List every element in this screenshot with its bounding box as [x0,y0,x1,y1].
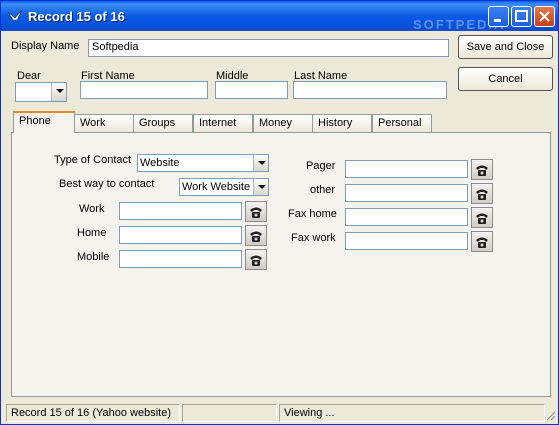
chevron-down-icon[interactable] [253,155,268,171]
mobile-phone-label: Mobile [77,251,110,263]
best-way-value: Work Website [182,181,251,193]
type-of-contact-label: Type of Contact [54,154,132,166]
telephone-icon [250,207,262,218]
home-phone-input[interactable] [119,226,242,244]
tab-work[interactable]: Work [74,114,134,132]
work-phone-label: Work [79,203,105,215]
best-way-label: Best way to contact [59,178,155,190]
minimize-icon [494,19,501,22]
telephone-icon [250,231,262,242]
close-icon [539,11,550,22]
close-button[interactable] [534,6,555,27]
middle-name-input[interactable] [215,81,288,99]
fax-home-label: Fax home [288,208,337,220]
telephone-icon [476,213,488,224]
fax-work-input[interactable] [345,232,468,250]
phone-tab-panel: Type of Contact Website Best way to cont… [11,132,551,397]
pager-input[interactable] [345,160,468,178]
title-bar[interactable]: Record 15 of 16 SOFTPEDIA [1,1,558,32]
chevron-down-icon[interactable] [51,83,66,101]
pager-label: Pager [306,160,336,172]
save-and-close-button[interactable]: Save and Close [458,35,553,59]
status-mode: Viewing ... [279,404,545,422]
last-name-input[interactable] [293,81,447,99]
dial-mobile-button[interactable] [245,249,267,270]
window-title: Record 15 of 16 [28,9,125,24]
maximize-button[interactable] [511,6,532,27]
tab-personal[interactable]: Personal [372,114,432,132]
other-phone-label: other [310,184,336,196]
chevron-down-icon[interactable] [253,179,268,195]
best-way-select[interactable]: Work Website [179,178,269,196]
telephone-icon [476,165,488,176]
minimize-button[interactable] [488,6,509,27]
dial-home-button[interactable] [245,225,267,246]
other-phone-input[interactable] [345,184,468,202]
tab-phone[interactable]: Phone [13,111,75,133]
fax-work-label: Fax work [291,232,336,244]
telephone-icon [250,255,262,266]
tab-groups[interactable]: Groups [133,114,193,132]
first-name-input[interactable] [80,81,208,99]
dial-pager-button[interactable] [471,159,493,180]
display-name-input[interactable]: Softpedia [88,39,449,57]
status-record-count: Record 15 of 16 (Yahoo website) [6,404,180,422]
home-phone-label: Home [77,227,107,239]
tab-history[interactable]: History [312,114,372,132]
fax-home-input[interactable] [345,208,468,226]
display-name-label: Display Name [11,40,80,52]
dial-work-button[interactable] [245,201,267,222]
type-of-contact-value: Website [140,157,180,169]
status-panel-empty [182,404,277,422]
resize-grip-icon[interactable] [546,411,556,421]
type-of-contact-select[interactable]: Website [137,154,269,172]
mobile-phone-input[interactable] [119,250,242,268]
dial-fax-work-button[interactable] [471,231,493,252]
tab-internet[interactable]: Internet [193,114,253,132]
cancel-button[interactable]: Cancel [458,67,553,91]
dear-select[interactable] [15,82,67,102]
telephone-icon [476,237,488,248]
dear-label: Dear [17,70,41,82]
tab-money[interactable]: Money [253,114,313,132]
contact-record-window: Record 15 of 16 SOFTPEDIA Display Name S… [0,0,559,425]
dial-other-button[interactable] [471,183,493,204]
telephone-icon [476,189,488,200]
maximize-icon [515,10,528,22]
work-phone-input[interactable] [119,202,242,220]
bird-app-icon [7,8,23,24]
dial-fax-home-button[interactable] [471,207,493,228]
